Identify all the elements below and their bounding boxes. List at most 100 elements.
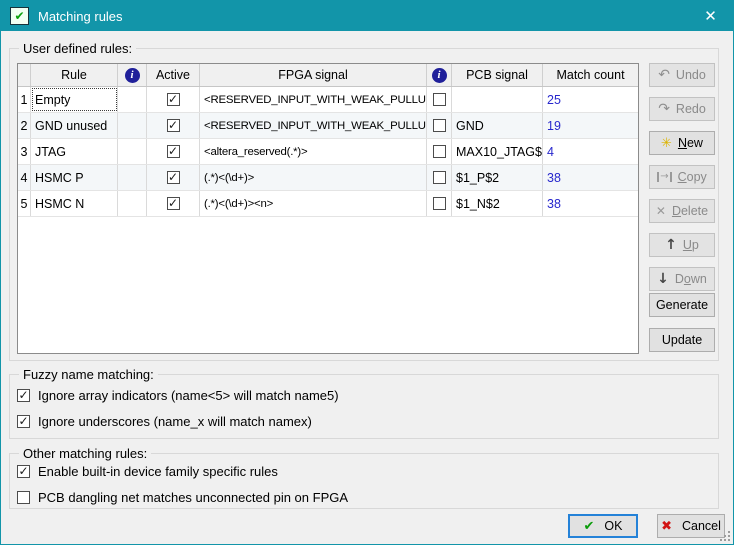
table-header: Rule i Active FPGA signal i PCB signal M… — [18, 64, 638, 87]
table-row: 3JTAG<altera_reserved(.*)>MAX10_JTAG$14 — [18, 139, 638, 165]
option-label: PCB dangling net matches unconnected pin… — [38, 490, 348, 505]
button-label: Copy — [678, 170, 707, 184]
option-label: Ignore underscores (name_x will match na… — [38, 414, 312, 429]
pcb-info-cell[interactable] — [427, 191, 452, 216]
update-button[interactable]: Update — [649, 328, 715, 352]
pcb-info-cell[interactable] — [427, 139, 452, 164]
ignore-array-indicators-checkbox[interactable] — [17, 389, 30, 402]
rule-cell[interactable]: HSMC P — [31, 165, 118, 190]
up-icon: ↑ — [665, 238, 677, 252]
resize-grip[interactable] — [719, 530, 731, 542]
ignore-underscores-checkbox[interactable] — [17, 415, 30, 428]
cancel-x-icon: ✖ — [661, 519, 672, 534]
matching-rules-dialog: ✔ Matching rules ✕ User defined rules: R… — [0, 0, 734, 545]
button-label: Down — [675, 272, 707, 286]
pcb-signal-cell[interactable]: $1_P$2 — [452, 165, 543, 190]
match-count-cell: 38 — [543, 191, 638, 216]
pcb-signal-cell[interactable] — [452, 87, 543, 112]
button-label: New — [678, 136, 703, 150]
header-rule-info[interactable]: i — [118, 64, 147, 86]
rule-info-cell[interactable] — [118, 165, 147, 190]
rule-info-cell[interactable] — [118, 87, 147, 112]
table-row: 1Empty<RESERVED_INPUT_WITH_WEAK_PULLUP>2… — [18, 87, 638, 113]
rule-cell[interactable]: GND unused — [31, 113, 118, 138]
option-ignore-underscores[interactable]: Ignore underscores (name_x will match na… — [17, 414, 312, 429]
option-ignore-array-indicators[interactable]: Ignore array indicators (name<5> will ma… — [17, 388, 339, 403]
active-cell[interactable] — [147, 165, 200, 190]
option-builtin-device-rules[interactable]: Enable built-in device family specific r… — [17, 464, 278, 479]
pcb-info-checkbox[interactable] — [433, 197, 446, 210]
generate-button[interactable]: Generate — [649, 293, 715, 317]
header-fpga-signal[interactable]: FPGA signal — [200, 64, 427, 86]
rules-table: Rule i Active FPGA signal i PCB signal M… — [17, 63, 639, 354]
active-cell[interactable] — [147, 113, 200, 138]
rule-cell[interactable]: Empty — [31, 87, 118, 112]
pcb-info-checkbox[interactable] — [433, 119, 446, 132]
header-rule[interactable]: Rule — [31, 64, 118, 86]
active-cell[interactable] — [147, 87, 200, 112]
pcb-signal-cell[interactable]: MAX10_JTAG$1 — [452, 139, 543, 164]
header-match-count[interactable]: Match count — [543, 64, 638, 86]
button-label: Redo — [676, 102, 706, 116]
up-button[interactable]: ↑Up — [649, 233, 715, 257]
fpga-signal-cell[interactable]: <RESERVED_INPUT_WITH_WEAK_PULLUP> — [200, 113, 427, 138]
fpga-signal-cell[interactable]: (.*)<(\d+)><n> — [200, 191, 427, 216]
button-label: Undo — [676, 68, 706, 82]
table-row: 5HSMC N (.*)<(\d+)><n> $1_N$238 — [18, 191, 638, 217]
row-number: 5 — [18, 191, 31, 216]
rule-info-cell[interactable] — [118, 191, 147, 216]
cancel-button[interactable]: ✖ Cancel — [657, 514, 725, 538]
fpga-signal-cell[interactable]: <altera_reserved(.*)> — [200, 139, 427, 164]
rule-info-cell[interactable] — [118, 139, 147, 164]
pcb-info-checkbox[interactable] — [433, 171, 446, 184]
active-checkbox[interactable] — [167, 197, 180, 210]
option-label: Ignore array indicators (name<5> will ma… — [38, 388, 339, 403]
ok-button[interactable]: ✔ OK — [568, 514, 638, 538]
close-icon: ✕ — [704, 7, 717, 25]
rule-cell[interactable]: JTAG — [31, 139, 118, 164]
pcb-dangling-net-checkbox[interactable] — [17, 491, 30, 504]
active-cell[interactable] — [147, 139, 200, 164]
fpga-signal-cell[interactable]: <RESERVED_INPUT_WITH_WEAK_PULLUP> — [200, 87, 427, 112]
row-number: 3 — [18, 139, 31, 164]
fuzzy-matching-label: Fuzzy name matching: — [19, 367, 158, 382]
pcb-info-cell[interactable] — [427, 113, 452, 138]
cancel-label: Cancel — [682, 519, 721, 533]
undo-button[interactable]: ↶Undo — [649, 63, 715, 87]
header-pcb-signal[interactable]: PCB signal — [452, 64, 543, 86]
header-active[interactable]: Active — [147, 64, 200, 86]
row-number: 2 — [18, 113, 31, 138]
match-count-cell: 38 — [543, 165, 638, 190]
active-checkbox[interactable] — [167, 93, 180, 106]
new-button[interactable]: ✳New — [649, 131, 715, 155]
active-checkbox[interactable] — [167, 145, 180, 158]
active-checkbox[interactable] — [167, 171, 180, 184]
down-button[interactable]: ↓Down — [649, 267, 715, 291]
redo-button[interactable]: ↷Redo — [649, 97, 715, 121]
header-pcb-info[interactable]: i — [427, 64, 452, 86]
active-cell[interactable] — [147, 191, 200, 216]
button-label: Generate — [656, 298, 708, 312]
rule-cell[interactable]: HSMC N — [31, 191, 118, 216]
window-title: Matching rules — [38, 9, 123, 24]
pcb-signal-cell[interactable]: $1_N$2 — [452, 191, 543, 216]
copy-icon: → — [657, 172, 671, 182]
active-checkbox[interactable] — [167, 119, 180, 132]
option-label: Enable built-in device family specific r… — [38, 464, 278, 479]
pcb-signal-cell[interactable]: GND — [452, 113, 543, 138]
delete-button[interactable]: ✕Delete — [649, 199, 715, 223]
builtin-device-rules-checkbox[interactable] — [17, 465, 30, 478]
option-pcb-dangling-net[interactable]: PCB dangling net matches unconnected pin… — [17, 490, 348, 505]
pcb-info-checkbox[interactable] — [433, 145, 446, 158]
rule-info-cell[interactable] — [118, 113, 147, 138]
close-button[interactable]: ✕ — [688, 1, 733, 31]
pcb-info-checkbox[interactable] — [433, 93, 446, 106]
pcb-info-cell[interactable] — [427, 87, 452, 112]
copy-button[interactable]: → Copy — [649, 165, 715, 189]
button-label: Delete — [672, 204, 708, 218]
row-number: 4 — [18, 165, 31, 190]
fuzzy-matching-group: Fuzzy name matching: — [9, 374, 719, 439]
header-row-number — [18, 64, 31, 86]
pcb-info-cell[interactable] — [427, 165, 452, 190]
fpga-signal-cell[interactable]: (.*)<(\d+)> — [200, 165, 427, 190]
